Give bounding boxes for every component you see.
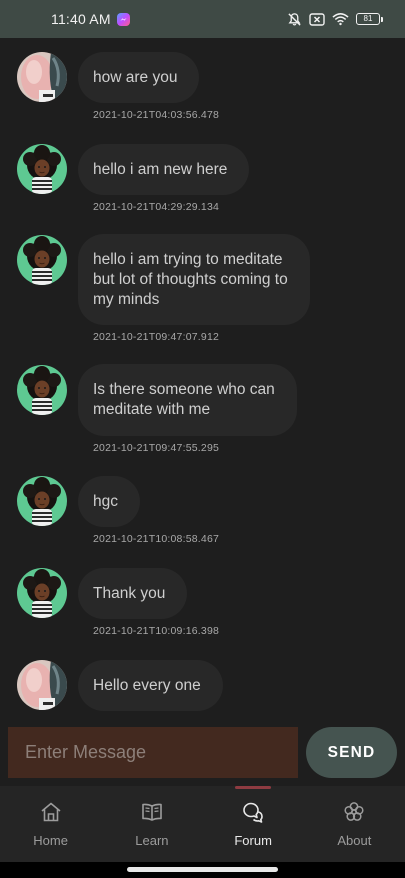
- home-indicator[interactable]: [127, 867, 278, 872]
- message-text-line: Is there someone who can: [93, 381, 275, 398]
- message-text: Thank you: [93, 584, 166, 602]
- message-timestamp: 2021-10-21T04:29:29.134: [93, 201, 220, 213]
- message-text-line: meditate with me: [93, 401, 211, 418]
- message-timestamp: 2021-10-21T09:47:07.912: [93, 331, 220, 343]
- message-timestamp: 2021-10-21T09:47:55.295: [93, 442, 220, 454]
- status-icons: 81: [287, 12, 383, 27]
- flower-icon: [344, 802, 364, 821]
- message-text-line: hello i am trying to meditate: [93, 250, 283, 268]
- message-bubble: hgc: [78, 476, 140, 527]
- message-text: how are you: [93, 68, 178, 86]
- message-bubble: how are you: [78, 52, 200, 103]
- message-timestamp: 2021-10-21T10:09:16.398: [93, 625, 220, 637]
- bottom-nav: Home Learn Forum About: [0, 786, 405, 862]
- message-list[interactable]: how are you 2021-10-21T04:03:56.478 hell…: [0, 38, 405, 724]
- avatar[interactable]: [17, 144, 67, 194]
- avatar[interactable]: [17, 235, 67, 285]
- nav-label: Learn: [135, 833, 169, 848]
- nav-label: Forum: [234, 833, 272, 848]
- message-composer: SEND: [0, 724, 405, 786]
- message-timestamp: 2021-10-21T04:03:56.478: [93, 109, 220, 121]
- status-time: 11:40 AM: [51, 11, 111, 27]
- status-bar: 11:40 AM 81: [0, 0, 405, 38]
- message-bubble: Hello every one: [78, 660, 223, 711]
- battery-icon: 81: [356, 13, 383, 25]
- sim-x-icon: [309, 12, 325, 26]
- messenger-icon: [116, 12, 130, 26]
- avatar[interactable]: [17, 476, 67, 526]
- bell-off-icon: [288, 12, 301, 26]
- battery-level: 81: [356, 13, 380, 25]
- avatar[interactable]: [17, 568, 67, 618]
- nav-item-forum[interactable]: Forum: [203, 786, 304, 862]
- system-gesture-area: [0, 862, 405, 878]
- message-text: hello i am new here: [93, 160, 228, 178]
- wifi-icon: [332, 13, 349, 26]
- avatar[interactable]: [17, 365, 67, 415]
- nav-item-about[interactable]: About: [304, 786, 405, 862]
- avatar[interactable]: [17, 52, 67, 102]
- send-button[interactable]: SEND: [306, 727, 397, 778]
- message-bubble: hello i am trying to meditate but lot of…: [78, 234, 310, 325]
- avatar[interactable]: [17, 660, 67, 710]
- message-bubble: Thank you: [78, 568, 188, 619]
- message-timestamp: 2021-10-21T10:08:58.467: [93, 533, 220, 545]
- active-tab-indicator: [235, 786, 272, 789]
- book-icon: [142, 803, 162, 821]
- nav-label: About: [337, 833, 372, 848]
- nav-label: Home: [33, 833, 68, 848]
- message-text-line: but lot of thoughts coming to: [93, 270, 288, 288]
- message-input[interactable]: [8, 727, 298, 778]
- home-icon: [41, 802, 61, 822]
- nav-item-learn[interactable]: Learn: [101, 786, 202, 862]
- message-text-line: my minds: [93, 290, 160, 308]
- message-bubble: hello i am new here: [78, 144, 250, 195]
- chat-bubbles-icon: [243, 802, 263, 823]
- message-text: Hello every one: [93, 676, 201, 694]
- message-text: hgc: [93, 492, 118, 510]
- nav-item-home[interactable]: Home: [0, 786, 101, 862]
- message-bubble: Is there someone who can meditate with m…: [78, 364, 297, 436]
